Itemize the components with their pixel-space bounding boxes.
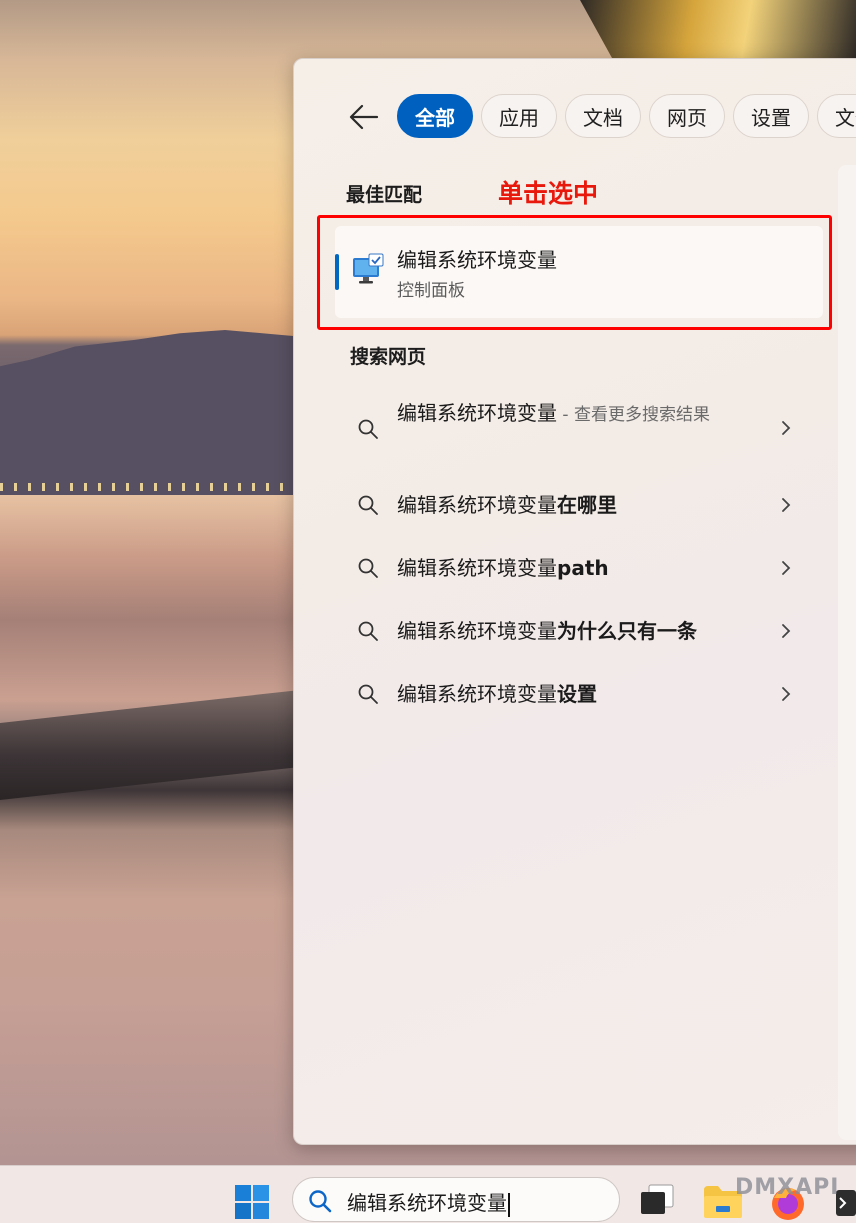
annotation-label: 单击选中 — [498, 179, 599, 208]
search-icon — [309, 1190, 332, 1213]
windows-start-icon[interactable] — [232, 1182, 272, 1222]
chevron-right-icon — [782, 421, 791, 435]
query-text: 编辑系统环境变量 — [397, 619, 557, 643]
web-result-text: 编辑系统环境变量path — [397, 553, 727, 583]
preview-pane-edge — [838, 165, 856, 1140]
text-caret — [508, 1192, 510, 1217]
wallpaper-lights — [0, 483, 290, 491]
web-result-text: 编辑系统环境变量为什么只有一条 — [397, 616, 727, 646]
chevron-right-icon — [782, 687, 791, 701]
query-suffix: 为什么只有一条 — [557, 619, 697, 643]
web-result-0[interactable]: 编辑系统环境变量 - 查看更多搜索结果 — [335, 398, 810, 464]
web-result-4[interactable]: 编辑系统环境变量设置 — [335, 679, 810, 711]
more-results-hint: - 查看更多搜索结果 — [557, 405, 710, 425]
query-text: 编辑系统环境变量 — [397, 493, 557, 517]
tab-files[interactable]: 文件 — [817, 94, 856, 138]
tab-documents[interactable]: 文档 — [565, 94, 641, 138]
search-icon — [358, 558, 378, 578]
search-icon — [358, 419, 378, 439]
web-result-1[interactable]: 编辑系统环境变量在哪里 — [335, 490, 810, 522]
query-suffix: path — [557, 556, 609, 580]
tab-all[interactable]: 全部 — [397, 94, 473, 138]
search-icon — [358, 495, 378, 515]
wallpaper-ornament — [580, 0, 856, 60]
query-text: 编辑系统环境变量 — [397, 682, 557, 706]
web-result-text: 编辑系统环境变量 - 查看更多搜索结果 — [397, 398, 727, 430]
web-result-3[interactable]: 编辑系统环境变量为什么只有一条 — [335, 616, 810, 648]
taskbar-search-box[interactable]: 编辑系统环境变量 — [292, 1177, 620, 1222]
web-search-heading: 搜索网页 — [350, 346, 427, 368]
task-view-icon[interactable] — [637, 1182, 677, 1218]
search-icon — [358, 621, 378, 641]
tab-settings[interactable]: 设置 — [733, 94, 809, 138]
query-text: 编辑系统环境变量 — [397, 556, 557, 580]
web-result-2[interactable]: 编辑系统环境变量path — [335, 553, 810, 585]
best-match-heading: 最佳匹配 — [346, 184, 423, 206]
query-suffix: 在哪里 — [557, 493, 617, 517]
highlight-box — [317, 215, 832, 330]
search-icon — [358, 684, 378, 704]
filter-tabs: 全部 应用 文档 网页 设置 文件 — [397, 94, 856, 138]
web-result-text: 编辑系统环境变量在哪里 — [397, 490, 727, 520]
back-button[interactable] — [345, 100, 383, 134]
search-input[interactable]: 编辑系统环境变量 — [347, 1187, 510, 1217]
web-result-text: 编辑系统环境变量设置 — [397, 679, 727, 709]
search-input-value: 编辑系统环境变量 — [347, 1191, 507, 1215]
chevron-right-icon — [782, 561, 791, 575]
query-text: 编辑系统环境变量 — [397, 401, 557, 425]
chevron-right-icon — [782, 624, 791, 638]
chevron-right-icon — [782, 498, 791, 512]
arrow-left-icon — [349, 104, 379, 130]
tab-apps[interactable]: 应用 — [481, 94, 557, 138]
query-suffix: 设置 — [557, 682, 597, 706]
tab-web[interactable]: 网页 — [649, 94, 725, 138]
watermark: DMXAPI — [735, 1175, 840, 1200]
